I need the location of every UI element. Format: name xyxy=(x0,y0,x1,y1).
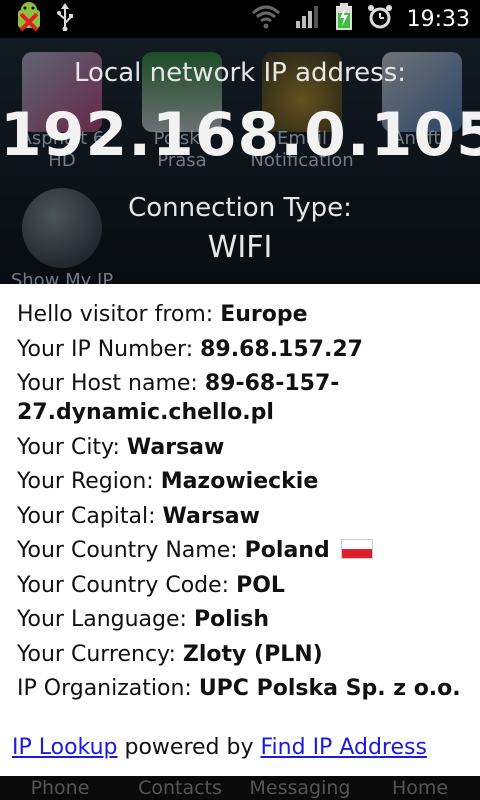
dock-bar: Phone Contacts Messaging Home xyxy=(0,776,480,800)
info-row-ip-number: Your IP Number: 89.68.157.27 xyxy=(17,336,363,362)
find-ip-address-link[interactable]: Find IP Address xyxy=(261,735,427,760)
ip-widget: Local network IP address: 192.168.0.105 … xyxy=(0,38,480,284)
alarm-icon xyxy=(367,4,393,34)
info-row-country-name: Your Country Name: Poland xyxy=(17,536,467,565)
clock: 19:33 xyxy=(406,6,470,32)
local-ip-label: Local network IP address: xyxy=(73,58,407,88)
dock-phone[interactable]: Phone xyxy=(0,776,120,800)
connection-type-label: Connection Type: xyxy=(128,193,352,223)
powered-by-text: powered by xyxy=(117,735,261,760)
info-row-currency: Your Currency: Zloty (PLN) xyxy=(17,641,323,667)
android-debug-icon xyxy=(12,2,46,36)
status-bar: 19:33 xyxy=(0,0,480,38)
powered-by-footer: IP Lookup powered by Find IP Address xyxy=(12,735,427,760)
local-ip-address: 192.168.0.105 xyxy=(0,100,480,170)
info-row-organization: IP Organization: UPC Polska Sp. z o.o. xyxy=(17,676,461,701)
info-row-country-code: Your Country Code: POL xyxy=(17,572,285,598)
ip-lookup-link[interactable]: IP Lookup xyxy=(12,735,118,760)
info-row-city: Your City: Warsaw xyxy=(17,434,225,460)
ip-info-panel: Hello visitor from: Europe Your IP Numbe… xyxy=(0,284,480,776)
dock-contacts[interactable]: Contacts xyxy=(120,776,240,800)
info-row-visitor-from: Hello visitor from: Europe xyxy=(17,302,308,327)
usb-icon xyxy=(56,3,74,35)
dock-messaging[interactable]: Messaging xyxy=(240,776,360,800)
battery-charging-icon xyxy=(335,3,353,35)
wifi-icon xyxy=(251,5,281,33)
info-row-language: Your Language: Polish xyxy=(17,607,270,632)
connection-type-value: WIFI xyxy=(207,230,273,265)
info-row-region: Your Region: Mazowieckie xyxy=(17,469,319,494)
dock-home[interactable]: Home xyxy=(360,776,480,800)
info-row-capital: Your Capital: Warsaw xyxy=(17,503,260,529)
signal-icon xyxy=(295,5,321,33)
info-list: Hello visitor from: Europe Your IP Numbe… xyxy=(17,300,467,709)
info-row-host-name: Your Host name: 89-68-157-27.dynamic.che… xyxy=(17,371,340,425)
poland-flag-icon xyxy=(340,539,373,559)
